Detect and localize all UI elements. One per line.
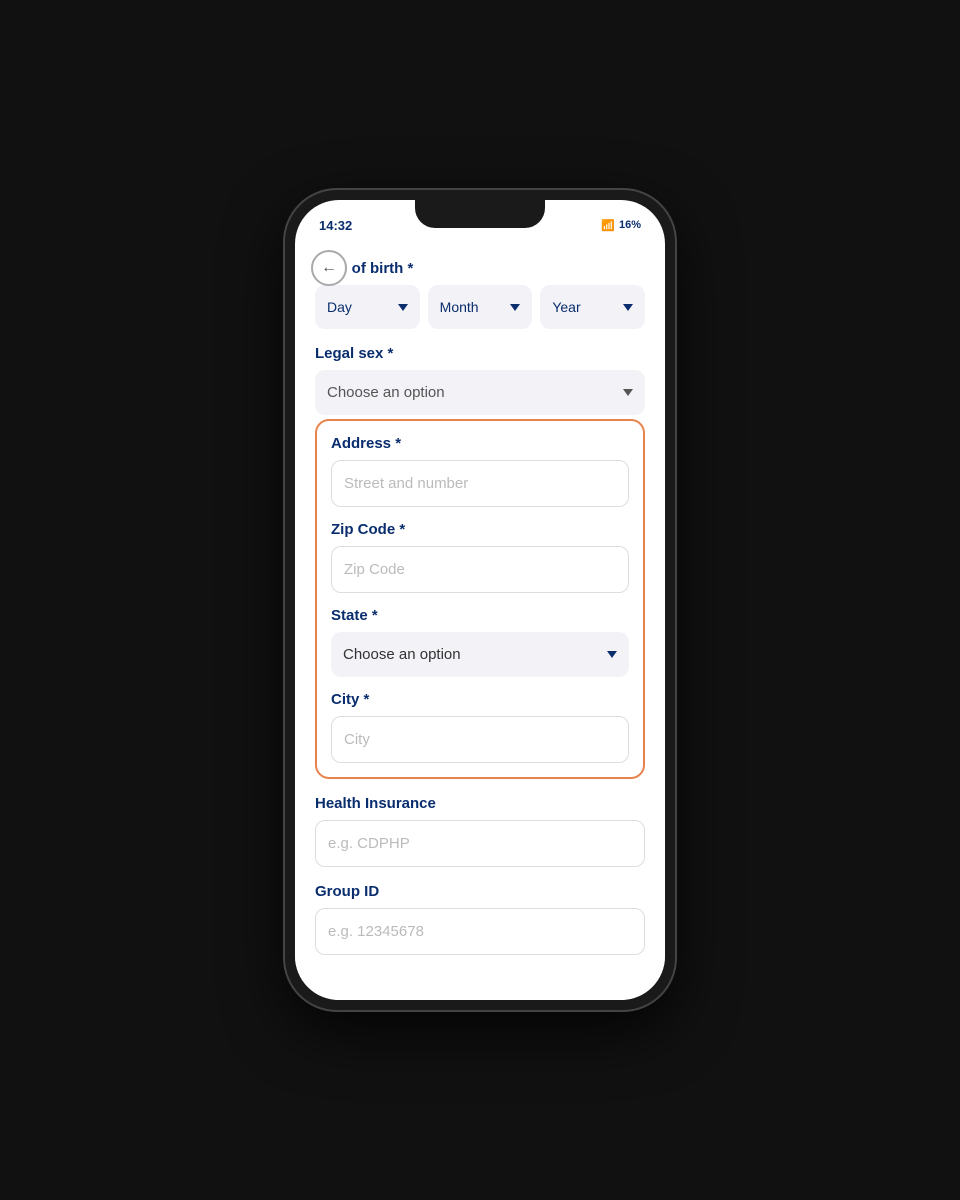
dob-label: Date of birth * [315, 260, 645, 277]
legal-sex-placeholder: Choose an option [327, 384, 445, 401]
back-button[interactable]: ← [311, 250, 347, 286]
form-content: Date of birth * Day Month Year Legal sex… [295, 244, 665, 1000]
state-label: State * [331, 607, 629, 624]
legal-sex-chevron-icon [623, 389, 633, 396]
group-id-label: Group ID [315, 883, 645, 900]
year-select[interactable]: Year [540, 285, 645, 329]
city-input[interactable] [331, 716, 629, 763]
city-label: City * [331, 691, 629, 708]
state-placeholder: Choose an option [343, 646, 461, 663]
month-chevron-icon [510, 304, 520, 311]
month-label: Month [440, 299, 479, 315]
group-id-section: Group ID [315, 883, 645, 955]
health-insurance-input[interactable] [315, 820, 645, 867]
year-chevron-icon [623, 304, 633, 311]
year-label: Year [552, 299, 580, 315]
phone-frame: 14:32 📶 16% ← Date of birth * Day Month [285, 190, 675, 1010]
battery-icon: 16% [619, 219, 641, 231]
address-section: Address * Zip Code * State * Choose an o… [315, 419, 645, 779]
address-input[interactable] [331, 460, 629, 507]
day-select[interactable]: Day [315, 285, 420, 329]
group-id-input[interactable] [315, 908, 645, 955]
status-icons: 📶 16% [601, 219, 641, 232]
dob-row: Day Month Year [315, 285, 645, 329]
legal-sex-select[interactable]: Choose an option [315, 370, 645, 415]
health-insurance-section: Health Insurance [315, 795, 645, 867]
day-label: Day [327, 299, 352, 315]
phone-notch [415, 200, 545, 228]
month-select[interactable]: Month [428, 285, 533, 329]
zip-code-input[interactable] [331, 546, 629, 593]
phone-screen: 14:32 📶 16% ← Date of birth * Day Month [295, 200, 665, 1000]
legal-sex-label: Legal sex * [315, 345, 645, 362]
state-select[interactable]: Choose an option [331, 632, 629, 677]
status-time: 14:32 [319, 218, 352, 233]
state-chevron-icon [607, 651, 617, 658]
health-insurance-label: Health Insurance [315, 795, 645, 812]
day-chevron-icon [398, 304, 408, 311]
signal-icon: 📶 [601, 219, 615, 232]
address-label: Address * [331, 435, 629, 452]
zip-code-label: Zip Code * [331, 521, 629, 538]
